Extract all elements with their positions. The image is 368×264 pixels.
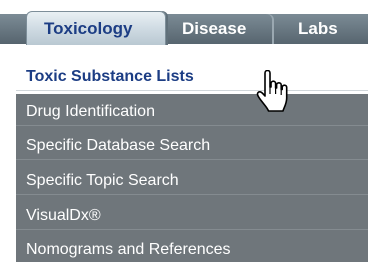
- tab-labs-label: Labs: [298, 19, 338, 38]
- menu-item-specific-database-search[interactable]: Specific Database Search: [16, 131, 368, 160]
- menu-item-specific-topic-search[interactable]: Specific Topic Search: [16, 166, 368, 195]
- tab-toxicology[interactable]: Toxicology: [26, 11, 166, 45]
- tab-toxicology-label: Toxicology: [44, 19, 133, 38]
- menu-item-toxic-substance-lists[interactable]: Toxic Substance Lists: [16, 62, 368, 91]
- toxicology-submenu: Toxic Substance Lists Drug Identificatio…: [16, 52, 368, 262]
- menu-item-nomograms-and-references[interactable]: Nomograms and References: [16, 235, 368, 262]
- menu-item-drug-identification[interactable]: Drug Identification: [16, 97, 368, 126]
- tab-labs[interactable]: Labs: [250, 14, 368, 44]
- tab-bar: Toxicology Disease Labs: [0, 0, 368, 52]
- tab-disease-label: Disease: [182, 19, 247, 38]
- tab-disease[interactable]: Disease: [146, 14, 272, 44]
- hand-pointer-icon: [256, 70, 288, 112]
- menu-item-visualdx[interactable]: VisualDx®: [16, 201, 368, 230]
